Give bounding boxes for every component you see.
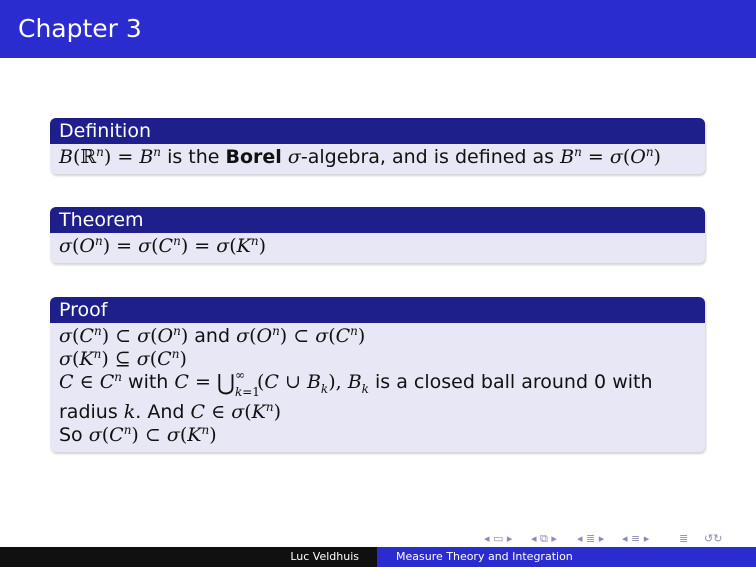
proof-line-2: σ(Kn) ⊆ σ(Cn) — [59, 347, 187, 370]
definition-title: Definition — [50, 118, 705, 144]
footer-author: Luc Veldhuis — [290, 550, 359, 563]
proof-title: Proof — [50, 297, 705, 323]
definition-body: B(ℝn) = Bn is the Borel σ-algebra, and i… — [50, 144, 705, 174]
proof-line-1: σ(Cn) ⊂ σ(On) and σ(On) ⊂ σ(Cn) — [59, 324, 366, 347]
frame-title: Chapter 3 — [18, 14, 142, 43]
footer-title: Measure Theory and Integration — [396, 550, 573, 563]
theorem-title: Theorem — [50, 207, 705, 233]
nav-frame-icon[interactable]: ◂ ▭ ▸ — [484, 532, 512, 545]
nav-section-icon[interactable]: ◂ ≣ ▸ — [577, 532, 604, 545]
theorem-body: σ(On) = σ(Cn) = σ(Kn) — [50, 233, 705, 263]
borel-word: Borel — [225, 146, 282, 168]
nav-search-back-icon[interactable]: ↺↻ — [704, 532, 722, 545]
theorem-line: σ(On) = σ(Cn) = σ(Kn) — [59, 234, 267, 257]
definition-block: Definition B(ℝn) = Bn is the Borel σ-alg… — [50, 118, 705, 174]
footer: Luc Veldhuis Measure Theory and Integrat… — [0, 547, 756, 567]
proof-line-5: So σ(Cn) ⊂ σ(Kn) — [59, 422, 217, 446]
nav-appendix-icon[interactable]: ≣ — [679, 532, 688, 545]
proof-line-4: radius k. And C ∈ σ(Kn) — [59, 399, 281, 423]
footer-title-box: Measure Theory and Integration — [377, 547, 756, 567]
theorem-block: Theorem σ(On) = σ(Cn) = σ(Kn) — [50, 207, 705, 263]
frame-title-bar: Chapter 3 — [0, 0, 756, 58]
proof-body: σ(Cn) ⊂ σ(On) and σ(On) ⊂ σ(Cn) σ(Kn) ⊆ … — [50, 323, 705, 452]
definition-line: B(ℝn) = Bn is the Borel σ-algebra, and i… — [59, 145, 661, 168]
proof-block: Proof σ(Cn) ⊂ σ(On) and σ(On) ⊂ σ(Cn) σ(… — [50, 297, 705, 452]
footer-author-box: Luc Veldhuis — [0, 547, 377, 567]
nav-subsection-icon[interactable]: ◂ ⧉ ▸ — [531, 532, 557, 546]
proof-line-3: C ∈ Cn with C = ⋃ ∞ k=1 (C ∪ Bk), Bk is a c… — [59, 368, 653, 399]
nav-document-icon[interactable]: ◂ ≡ ▸ — [622, 532, 649, 545]
